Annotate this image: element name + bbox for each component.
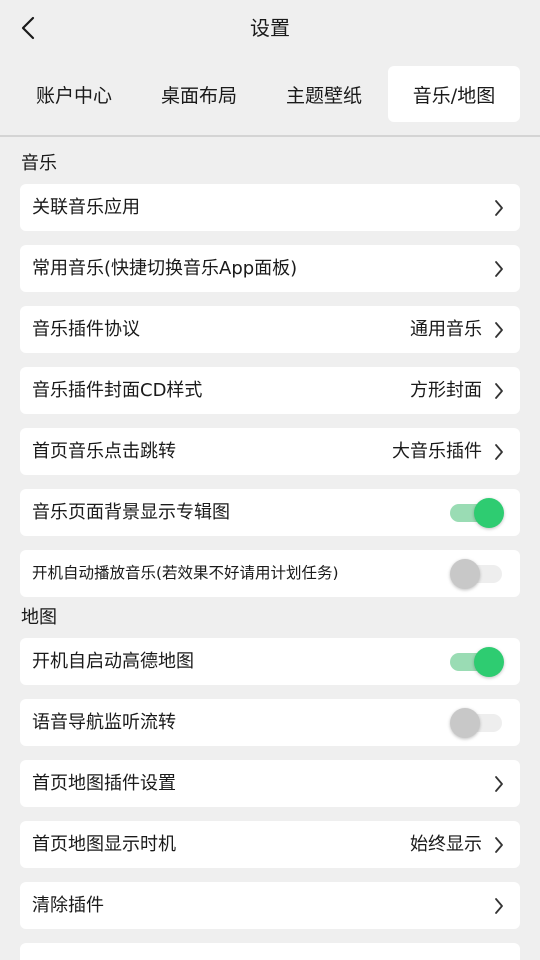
row-map-plugin-settings[interactable]: 首页地图插件设置 (20, 760, 520, 807)
autoplay-music-toggle[interactable] (450, 558, 504, 590)
tab-divider (0, 135, 540, 137)
row-label: 关联音乐应用 (32, 197, 140, 218)
row-label: 首页音乐点击跳转 (32, 441, 176, 462)
tab-theme-wallpaper[interactable]: 主题壁纸 (258, 66, 390, 122)
voice-nav-listen-toggle[interactable] (450, 707, 504, 739)
tab-account-center[interactable]: 账户中心 (8, 66, 140, 122)
chevron-right-icon (495, 261, 503, 277)
row-label: 清除插件 (32, 895, 104, 916)
chevron-right-icon (495, 898, 503, 914)
row-label: 首页地图显示时机 (32, 834, 176, 855)
row-partial-next (20, 943, 520, 960)
album-background-toggle[interactable] (450, 497, 504, 529)
chevron-right-icon (495, 837, 503, 853)
row-label: 音乐页面背景显示专辑图 (32, 502, 230, 523)
row-label: 常用音乐(快捷切换音乐App面板) (32, 258, 298, 279)
row-home-music-click[interactable]: 首页音乐点击跳转 大音乐插件 (20, 428, 520, 475)
row-music-cover-style[interactable]: 音乐插件封面CD样式 方形封面 (20, 367, 520, 414)
row-value: 方形封面 (410, 380, 482, 401)
chevron-right-icon (495, 322, 503, 338)
row-label: 开机自启动高德地图 (32, 651, 194, 672)
row-label: 语音导航监听流转 (32, 712, 176, 733)
row-autostart-amap: 开机自启动高德地图 (20, 638, 520, 685)
row-label: 音乐插件协议 (32, 319, 140, 340)
row-voice-nav-listen: 语音导航监听流转 (20, 699, 520, 746)
tab-label: 音乐/地图 (412, 84, 496, 107)
row-album-background: 音乐页面背景显示专辑图 (20, 489, 520, 536)
top-bar: 设置 (0, 0, 540, 56)
chevron-right-icon (495, 444, 503, 460)
toggle-knob (450, 559, 480, 589)
chevron-right-icon (495, 776, 503, 792)
row-common-music[interactable]: 常用音乐(快捷切换音乐App面板) (20, 245, 520, 292)
section-header-music: 音乐 (21, 153, 57, 174)
row-label: 首页地图插件设置 (32, 773, 176, 794)
row-autoplay-music: 开机自动播放音乐(若效果不好请用计划任务) (20, 550, 520, 597)
row-music-plugin-protocol[interactable]: 音乐插件协议 通用音乐 (20, 306, 520, 353)
page-title: 设置 (250, 16, 290, 40)
tab-bar: 账户中心 桌面布局 主题壁纸 音乐/地图 (0, 66, 540, 122)
row-label: 音乐插件封面CD样式 (32, 380, 203, 401)
section-header-map: 地图 (21, 607, 57, 628)
tab-label: 账户中心 (35, 84, 112, 107)
chevron-right-icon (495, 200, 503, 216)
row-value: 始终显示 (410, 834, 482, 855)
toggle-knob (474, 647, 504, 677)
chevron-right-icon (495, 383, 503, 399)
tab-music-map[interactable]: 音乐/地图 (388, 66, 520, 122)
row-value: 通用音乐 (410, 319, 482, 340)
autostart-amap-toggle[interactable] (450, 646, 504, 678)
row-link-music-app[interactable]: 关联音乐应用 (20, 184, 520, 231)
toggle-knob (474, 498, 504, 528)
row-map-display-timing[interactable]: 首页地图显示时机 始终显示 (20, 821, 520, 868)
toggle-knob (450, 708, 480, 738)
row-label: 开机自动播放音乐(若效果不好请用计划任务) (32, 564, 339, 582)
tab-label: 主题壁纸 (285, 84, 362, 107)
tab-desktop-layout[interactable]: 桌面布局 (133, 66, 265, 122)
row-value: 大音乐插件 (392, 441, 482, 462)
tab-label: 桌面布局 (160, 84, 237, 107)
row-clear-plugins[interactable]: 清除插件 (20, 882, 520, 929)
